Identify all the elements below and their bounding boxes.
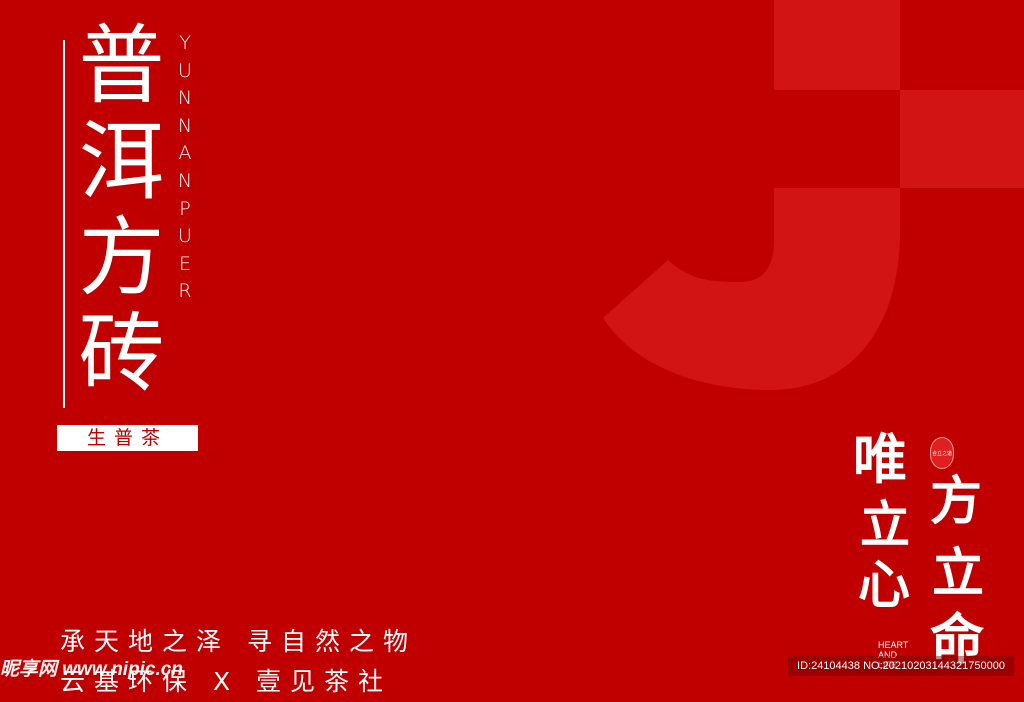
calligraphy-char: 方 — [930, 471, 983, 532]
pinyin-char: Y — [179, 32, 191, 54]
product-title: 普 洱 方 砖 — [74, 18, 169, 402]
watermark-id: ID:24104438 NO:20210203144321750000 — [788, 656, 1014, 676]
title-divider-line — [63, 40, 65, 408]
pinyin-char: N — [177, 114, 193, 137]
calligraphy-char: 唯 — [853, 427, 907, 491]
pinyin-char: N — [177, 87, 193, 110]
pinyin-char: E — [178, 252, 191, 275]
calligraphy-char: 心 — [858, 555, 911, 616]
bg-hook-shape — [603, 188, 900, 390]
pinyin-vertical: Y U N N A N P U E R — [170, 30, 200, 306]
pinyin-char: U — [178, 59, 192, 82]
pinyin-char: P — [179, 197, 191, 220]
bg-square-right — [900, 90, 1024, 188]
pinyin-char: R — [178, 280, 192, 303]
tea-type-tag: 生普茶 — [57, 425, 198, 451]
pinyin-char: A — [178, 142, 192, 165]
watermark-logo: 昵享网 www.nipic.cn — [0, 659, 183, 680]
pinyin-char: U — [178, 225, 192, 248]
title-char: 洱 — [78, 112, 165, 212]
seal-stamp: 合立之道 — [930, 437, 954, 469]
title-char: 方 — [78, 208, 165, 308]
english-word: HEART — [878, 640, 909, 650]
bg-square-top — [774, 0, 900, 90]
calligraphy-char: 立 — [932, 543, 985, 604]
calligraphy-char: 立 — [860, 495, 910, 554]
title-char: 普 — [78, 16, 165, 116]
pinyin-char: N — [177, 169, 193, 192]
title-char: 砖 — [78, 304, 165, 404]
